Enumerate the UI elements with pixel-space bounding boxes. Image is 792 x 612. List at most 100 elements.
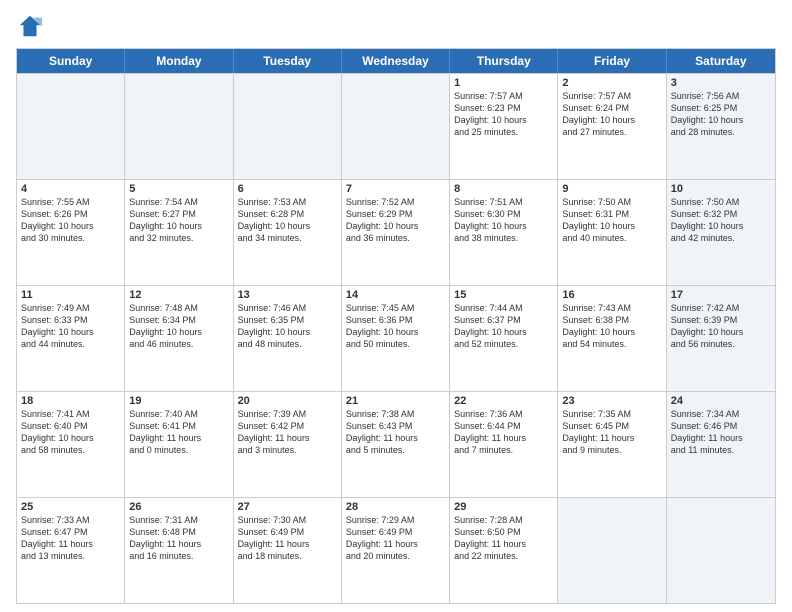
day-number: 27: [238, 501, 337, 513]
day-number: 4: [21, 183, 120, 195]
cell-info: Sunrise: 7:43 AM Sunset: 6:38 PM Dayligh…: [562, 302, 661, 351]
calendar-cell: 26Sunrise: 7:31 AM Sunset: 6:48 PM Dayli…: [125, 498, 233, 603]
day-number: 2: [562, 77, 661, 89]
day-number: 15: [454, 289, 553, 301]
calendar-header-row: SundayMondayTuesdayWednesdayThursdayFrid…: [17, 49, 775, 73]
day-number: 6: [238, 183, 337, 195]
week-row-3: 11Sunrise: 7:49 AM Sunset: 6:33 PM Dayli…: [17, 285, 775, 391]
cell-info: Sunrise: 7:33 AM Sunset: 6:47 PM Dayligh…: [21, 514, 120, 563]
calendar-cell: [667, 498, 775, 603]
day-number: 29: [454, 501, 553, 513]
calendar-cell: 17Sunrise: 7:42 AM Sunset: 6:39 PM Dayli…: [667, 286, 775, 391]
cell-info: Sunrise: 7:31 AM Sunset: 6:48 PM Dayligh…: [129, 514, 228, 563]
calendar-cell: [17, 74, 125, 179]
calendar-cell: 25Sunrise: 7:33 AM Sunset: 6:47 PM Dayli…: [17, 498, 125, 603]
calendar-cell: 18Sunrise: 7:41 AM Sunset: 6:40 PM Dayli…: [17, 392, 125, 497]
cell-info: Sunrise: 7:46 AM Sunset: 6:35 PM Dayligh…: [238, 302, 337, 351]
calendar-cell: 13Sunrise: 7:46 AM Sunset: 6:35 PM Dayli…: [234, 286, 342, 391]
day-number: 12: [129, 289, 228, 301]
day-number: 20: [238, 395, 337, 407]
cell-info: Sunrise: 7:51 AM Sunset: 6:30 PM Dayligh…: [454, 196, 553, 245]
day-number: 8: [454, 183, 553, 195]
day-number: 13: [238, 289, 337, 301]
cell-info: Sunrise: 7:44 AM Sunset: 6:37 PM Dayligh…: [454, 302, 553, 351]
day-number: 3: [671, 77, 771, 89]
day-number: 28: [346, 501, 445, 513]
day-number: 26: [129, 501, 228, 513]
day-number: 23: [562, 395, 661, 407]
calendar-cell: 8Sunrise: 7:51 AM Sunset: 6:30 PM Daylig…: [450, 180, 558, 285]
calendar-cell: [558, 498, 666, 603]
calendar-cell: 14Sunrise: 7:45 AM Sunset: 6:36 PM Dayli…: [342, 286, 450, 391]
page: SundayMondayTuesdayWednesdayThursdayFrid…: [0, 0, 792, 612]
day-number: 21: [346, 395, 445, 407]
cell-info: Sunrise: 7:40 AM Sunset: 6:41 PM Dayligh…: [129, 408, 228, 457]
cell-info: Sunrise: 7:50 AM Sunset: 6:32 PM Dayligh…: [671, 196, 771, 245]
cell-info: Sunrise: 7:28 AM Sunset: 6:50 PM Dayligh…: [454, 514, 553, 563]
week-row-1: 1Sunrise: 7:57 AM Sunset: 6:23 PM Daylig…: [17, 73, 775, 179]
cell-info: Sunrise: 7:48 AM Sunset: 6:34 PM Dayligh…: [129, 302, 228, 351]
cell-info: Sunrise: 7:54 AM Sunset: 6:27 PM Dayligh…: [129, 196, 228, 245]
calendar-cell: 16Sunrise: 7:43 AM Sunset: 6:38 PM Dayli…: [558, 286, 666, 391]
cell-info: Sunrise: 7:56 AM Sunset: 6:25 PM Dayligh…: [671, 90, 771, 139]
cell-info: Sunrise: 7:45 AM Sunset: 6:36 PM Dayligh…: [346, 302, 445, 351]
day-number: 24: [671, 395, 771, 407]
cell-info: Sunrise: 7:57 AM Sunset: 6:23 PM Dayligh…: [454, 90, 553, 139]
calendar-cell: 10Sunrise: 7:50 AM Sunset: 6:32 PM Dayli…: [667, 180, 775, 285]
header: [16, 12, 776, 40]
calendar-cell: [125, 74, 233, 179]
cell-info: Sunrise: 7:36 AM Sunset: 6:44 PM Dayligh…: [454, 408, 553, 457]
week-row-2: 4Sunrise: 7:55 AM Sunset: 6:26 PM Daylig…: [17, 179, 775, 285]
calendar-cell: 6Sunrise: 7:53 AM Sunset: 6:28 PM Daylig…: [234, 180, 342, 285]
day-header-thursday: Thursday: [450, 49, 558, 73]
cell-info: Sunrise: 7:52 AM Sunset: 6:29 PM Dayligh…: [346, 196, 445, 245]
calendar-cell: 2Sunrise: 7:57 AM Sunset: 6:24 PM Daylig…: [558, 74, 666, 179]
cell-info: Sunrise: 7:49 AM Sunset: 6:33 PM Dayligh…: [21, 302, 120, 351]
calendar-cell: 19Sunrise: 7:40 AM Sunset: 6:41 PM Dayli…: [125, 392, 233, 497]
logo: [16, 12, 48, 40]
calendar-cell: 27Sunrise: 7:30 AM Sunset: 6:49 PM Dayli…: [234, 498, 342, 603]
week-row-4: 18Sunrise: 7:41 AM Sunset: 6:40 PM Dayli…: [17, 391, 775, 497]
calendar-cell: [342, 74, 450, 179]
day-number: 25: [21, 501, 120, 513]
calendar-cell: 28Sunrise: 7:29 AM Sunset: 6:49 PM Dayli…: [342, 498, 450, 603]
calendar-cell: 15Sunrise: 7:44 AM Sunset: 6:37 PM Dayli…: [450, 286, 558, 391]
cell-info: Sunrise: 7:53 AM Sunset: 6:28 PM Dayligh…: [238, 196, 337, 245]
day-header-wednesday: Wednesday: [342, 49, 450, 73]
day-header-monday: Monday: [125, 49, 233, 73]
day-number: 14: [346, 289, 445, 301]
cell-info: Sunrise: 7:30 AM Sunset: 6:49 PM Dayligh…: [238, 514, 337, 563]
calendar-cell: [234, 74, 342, 179]
day-number: 7: [346, 183, 445, 195]
day-number: 16: [562, 289, 661, 301]
calendar-cell: 12Sunrise: 7:48 AM Sunset: 6:34 PM Dayli…: [125, 286, 233, 391]
day-number: 22: [454, 395, 553, 407]
cell-info: Sunrise: 7:29 AM Sunset: 6:49 PM Dayligh…: [346, 514, 445, 563]
calendar-cell: 4Sunrise: 7:55 AM Sunset: 6:26 PM Daylig…: [17, 180, 125, 285]
day-number: 17: [671, 289, 771, 301]
calendar-cell: 1Sunrise: 7:57 AM Sunset: 6:23 PM Daylig…: [450, 74, 558, 179]
cell-info: Sunrise: 7:41 AM Sunset: 6:40 PM Dayligh…: [21, 408, 120, 457]
day-number: 9: [562, 183, 661, 195]
week-row-5: 25Sunrise: 7:33 AM Sunset: 6:47 PM Dayli…: [17, 497, 775, 603]
day-number: 5: [129, 183, 228, 195]
logo-icon: [16, 12, 44, 40]
calendar-cell: 20Sunrise: 7:39 AM Sunset: 6:42 PM Dayli…: [234, 392, 342, 497]
cell-info: Sunrise: 7:34 AM Sunset: 6:46 PM Dayligh…: [671, 408, 771, 457]
cell-info: Sunrise: 7:35 AM Sunset: 6:45 PM Dayligh…: [562, 408, 661, 457]
day-number: 1: [454, 77, 553, 89]
day-number: 19: [129, 395, 228, 407]
cell-info: Sunrise: 7:42 AM Sunset: 6:39 PM Dayligh…: [671, 302, 771, 351]
calendar-cell: 23Sunrise: 7:35 AM Sunset: 6:45 PM Dayli…: [558, 392, 666, 497]
day-number: 10: [671, 183, 771, 195]
cell-info: Sunrise: 7:50 AM Sunset: 6:31 PM Dayligh…: [562, 196, 661, 245]
day-number: 11: [21, 289, 120, 301]
calendar-cell: 9Sunrise: 7:50 AM Sunset: 6:31 PM Daylig…: [558, 180, 666, 285]
day-header-tuesday: Tuesday: [234, 49, 342, 73]
day-header-friday: Friday: [558, 49, 666, 73]
calendar-cell: 29Sunrise: 7:28 AM Sunset: 6:50 PM Dayli…: [450, 498, 558, 603]
calendar: SundayMondayTuesdayWednesdayThursdayFrid…: [16, 48, 776, 604]
calendar-cell: 5Sunrise: 7:54 AM Sunset: 6:27 PM Daylig…: [125, 180, 233, 285]
calendar-cell: 24Sunrise: 7:34 AM Sunset: 6:46 PM Dayli…: [667, 392, 775, 497]
day-number: 18: [21, 395, 120, 407]
